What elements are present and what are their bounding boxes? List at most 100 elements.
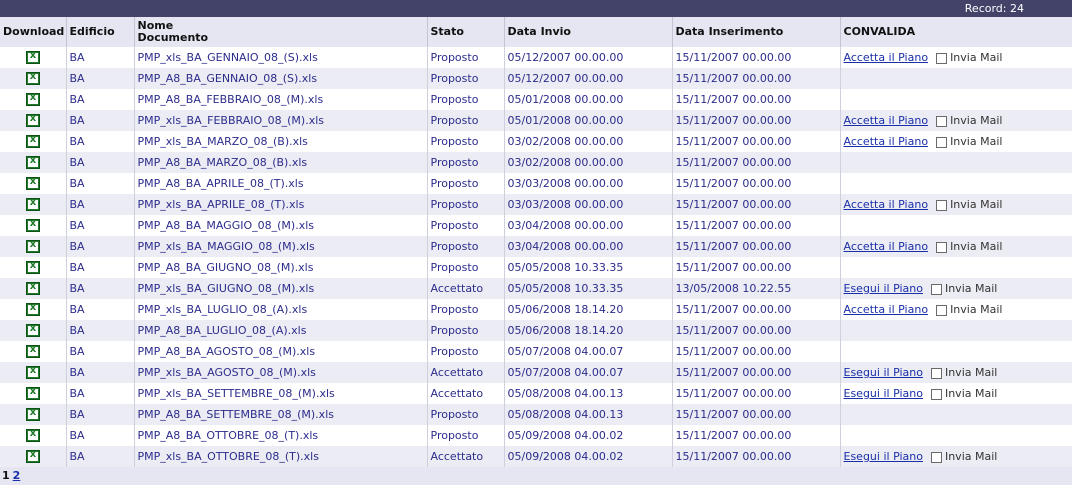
- convalida-cell: Esegui il Piano Invia Mail: [840, 383, 1072, 404]
- excel-file-icon[interactable]: [25, 407, 40, 422]
- data-invio-cell: 05/12/2007 00.00.00: [504, 47, 673, 68]
- download-cell: [0, 152, 67, 173]
- invia-mail-checkbox[interactable]: [936, 304, 948, 316]
- col-download-header: Download: [0, 17, 67, 47]
- table-row: BAPMP_xls_BA_MARZO_08_(B).xlsProposto03/…: [0, 131, 1072, 152]
- excel-file-icon[interactable]: [25, 281, 40, 296]
- excel-file-icon[interactable]: [25, 218, 40, 233]
- excel-file-icon[interactable]: [25, 344, 40, 359]
- convalida-cell: Accetta il Piano Invia Mail: [840, 236, 1072, 257]
- excel-file-icon[interactable]: [25, 92, 40, 107]
- data-invio-cell: 05/09/2008 04.00.02: [504, 425, 673, 446]
- download-cell: [0, 278, 67, 299]
- excel-file-icon[interactable]: [25, 134, 40, 149]
- table-row: BAPMP_A8_BA_GIUGNO_08_(M).xlsProposto05/…: [0, 257, 1072, 278]
- excel-file-icon[interactable]: [25, 113, 40, 128]
- col-nome-line2: Documento: [137, 31, 209, 44]
- data-inserimento-cell: 15/11/2007 00.00.00: [672, 89, 841, 110]
- stato-cell: Proposto: [427, 425, 505, 446]
- convalida-action-link[interactable]: Accetta il Piano: [844, 198, 929, 211]
- data-invio-cell: 05/09/2008 04.00.02: [504, 446, 673, 467]
- download-cell: [0, 68, 67, 89]
- col-convalida-header: CONVALIDA: [840, 17, 1072, 47]
- data-inserimento-cell: 15/11/2007 00.00.00: [672, 110, 841, 131]
- invia-mail-checkbox[interactable]: [936, 199, 948, 211]
- data-invio-cell: 05/05/2008 10.33.35: [504, 257, 673, 278]
- table-row: BAPMP_xls_BA_GENNAIO_08_(S).xlsProposto0…: [0, 47, 1072, 68]
- data-inserimento-cell: 15/11/2007 00.00.00: [672, 47, 841, 68]
- invia-mail-checkbox[interactable]: [930, 283, 942, 295]
- excel-file-icon[interactable]: [25, 71, 40, 86]
- excel-file-icon[interactable]: [25, 155, 40, 170]
- excel-file-icon[interactable]: [25, 197, 40, 212]
- convalida-action-link[interactable]: Accetta il Piano: [844, 135, 929, 148]
- stato-cell: Accettato: [427, 446, 505, 467]
- stato-cell: Proposto: [427, 341, 505, 362]
- nome-documento-cell: PMP_A8_BA_FEBBRAIO_08_(M).xls: [134, 89, 428, 110]
- excel-file-icon[interactable]: [25, 50, 40, 65]
- table-row: BAPMP_A8_BA_FEBBRAIO_08_(M).xlsProposto0…: [0, 89, 1072, 110]
- data-inserimento-cell: 15/11/2007 00.00.00: [672, 404, 841, 425]
- stato-cell: Proposto: [427, 194, 505, 215]
- convalida-cell: [840, 173, 1072, 194]
- excel-file-icon[interactable]: [25, 365, 40, 380]
- table-row: BAPMP_A8_BA_AGOSTO_08_(M).xlsProposto05/…: [0, 341, 1072, 362]
- download-cell: [0, 257, 67, 278]
- convalida-action-link[interactable]: Esegui il Piano: [844, 387, 923, 400]
- record-count: Record: 24: [964, 2, 1024, 15]
- table-row: BAPMP_A8_BA_MARZO_08_(B).xlsProposto03/0…: [0, 152, 1072, 173]
- invia-mail-label: Invia Mail: [944, 450, 998, 463]
- edificio-cell: BA: [66, 446, 135, 467]
- download-cell: [0, 110, 67, 131]
- invia-mail-checkbox[interactable]: [936, 52, 948, 64]
- download-cell: [0, 404, 67, 425]
- invia-mail-label: Invia Mail: [950, 135, 1003, 148]
- stato-cell: Proposto: [427, 131, 505, 152]
- download-cell: [0, 383, 67, 404]
- excel-file-icon[interactable]: [25, 302, 40, 317]
- nome-documento-cell: PMP_A8_BA_GENNAIO_08_(S).xls: [134, 68, 428, 89]
- data-invio-cell: 03/04/2008 00.00.00: [504, 215, 673, 236]
- nome-documento-cell: PMP_xls_BA_LUGLIO_08_(A).xls: [134, 299, 428, 320]
- excel-file-icon[interactable]: [25, 449, 40, 464]
- edificio-cell: BA: [66, 383, 135, 404]
- excel-file-icon[interactable]: [25, 239, 40, 254]
- convalida-cell: Accetta il Piano Invia Mail: [840, 110, 1072, 131]
- invia-mail-checkbox[interactable]: [936, 136, 948, 148]
- excel-file-icon[interactable]: [25, 176, 40, 191]
- download-cell: [0, 446, 67, 467]
- download-cell: [0, 425, 67, 446]
- excel-file-icon[interactable]: [25, 428, 40, 443]
- excel-file-icon[interactable]: [25, 260, 40, 275]
- edificio-cell: BA: [66, 320, 135, 341]
- nome-documento-cell: PMP_xls_BA_GENNAIO_08_(S).xls: [134, 47, 428, 68]
- convalida-action-link[interactable]: Accetta il Piano: [844, 240, 929, 253]
- nome-documento-cell: PMP_xls_BA_AGOSTO_08_(M).xls: [134, 362, 428, 383]
- invia-mail-checkbox[interactable]: [930, 388, 942, 400]
- edificio-cell: BA: [66, 362, 135, 383]
- convalida-action-link[interactable]: Esegui il Piano: [844, 450, 923, 463]
- nome-documento-cell: PMP_xls_BA_FEBBRAIO_08_(M).xls: [134, 110, 428, 131]
- table-row: BAPMP_A8_BA_APRILE_08_(T).xlsProposto03/…: [0, 173, 1072, 194]
- stato-cell: Proposto: [427, 236, 505, 257]
- nome-documento-cell: PMP_A8_BA_MAGGIO_08_(M).xls: [134, 215, 428, 236]
- invia-mail-checkbox[interactable]: [936, 241, 948, 253]
- convalida-action-link[interactable]: Accetta il Piano: [844, 114, 929, 127]
- table-row: BAPMP_xls_BA_OTTOBRE_08_(T).xlsAccettato…: [0, 446, 1072, 467]
- page-link-2[interactable]: 2: [13, 469, 21, 482]
- convalida-action-link[interactable]: Esegui il Piano: [844, 282, 923, 295]
- excel-file-icon[interactable]: [25, 386, 40, 401]
- convalida-cell: [840, 404, 1072, 425]
- edificio-cell: BA: [66, 236, 135, 257]
- invia-mail-checkbox[interactable]: [936, 115, 948, 127]
- convalida-action-link[interactable]: Accetta il Piano: [844, 51, 929, 64]
- invia-mail-checkbox[interactable]: [930, 367, 942, 379]
- edificio-cell: BA: [66, 278, 135, 299]
- convalida-cell: Accetta il Piano Invia Mail: [840, 47, 1072, 68]
- excel-file-icon[interactable]: [25, 323, 40, 338]
- convalida-action-link[interactable]: Accetta il Piano: [844, 303, 929, 316]
- convalida-action-link[interactable]: Esegui il Piano: [844, 366, 923, 379]
- invia-mail-checkbox[interactable]: [930, 451, 942, 463]
- nome-documento-cell: PMP_A8_BA_AGOSTO_08_(M).xls: [134, 341, 428, 362]
- data-invio-cell: 05/05/2008 10.33.35: [504, 278, 673, 299]
